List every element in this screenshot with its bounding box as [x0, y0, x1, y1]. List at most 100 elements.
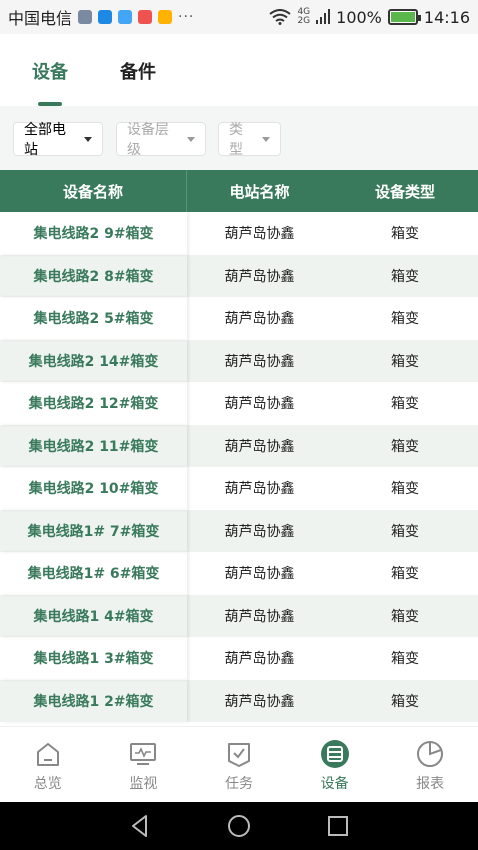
monitor-icon [130, 743, 157, 765]
station-name-cell: 葫芦岛协鑫 [224, 523, 295, 540]
network-type: 4G 2G [297, 8, 310, 26]
nav-monitor-label: 监视 [129, 776, 158, 792]
device-type-cell: 箱变 [391, 481, 419, 498]
recents-icon[interactable] [325, 813, 351, 839]
device-type-cell: 箱变 [391, 226, 419, 243]
home-icon [36, 743, 59, 766]
table-row[interactable]: 集电线路1# 7#箱变 葫芦岛协鑫 箱变 [0, 509, 478, 552]
table-row[interactable]: 集电线路2 9#箱变 葫芦岛协鑫 箱变 [0, 212, 478, 255]
device-name-cell: 集电线路2 10#箱变 [0, 467, 187, 510]
signal-icon [316, 9, 331, 24]
clock: 14:16 [423, 7, 470, 27]
nav-reports-label: 报表 [416, 776, 445, 792]
device-name-cell: 集电线路2 8#箱变 [0, 255, 187, 298]
table-row[interactable]: 集电线路2 14#箱变 葫芦岛协鑫 箱变 [0, 339, 478, 383]
station-name-cell: 葫芦岛协鑫 [224, 226, 295, 243]
station-name-cell: 葫芦岛协鑫 [224, 268, 295, 285]
mail-notification-icon [138, 10, 153, 24]
report-icon [417, 741, 444, 767]
station-name-cell: 葫芦岛协鑫 [224, 438, 295, 455]
home-circle-icon[interactable] [226, 813, 252, 839]
task-icon [227, 743, 250, 767]
battery-percent: 100% [336, 7, 382, 27]
device-icon [320, 740, 349, 768]
station-filter-label: 全部电站 [24, 122, 66, 158]
battery-icon [387, 9, 421, 25]
device-name-cell: 集电线路2 5#箱变 [0, 297, 187, 340]
chevron-down-icon [262, 136, 270, 142]
app-root: 中国电信 ··· 4G 2G 100% 14:16 设备 备件 全部电站 设备层… [0, 0, 478, 850]
table-row[interactable]: 集电线路1# 6#箱变 葫芦岛协鑫 箱变 [0, 552, 478, 595]
status-right: 4G 2G 100% 14:16 [269, 0, 470, 34]
type-filter-label: 类型 [229, 122, 243, 158]
system-nav-bar [0, 802, 478, 850]
device-type-cell: 箱变 [391, 608, 419, 625]
table-row[interactable]: 集电线路2 12#箱变 葫芦岛协鑫 箱变 [0, 382, 478, 425]
top-tabs: 设备 备件 [0, 34, 478, 106]
column-header-device-type: 设备类型 [374, 182, 435, 201]
station-name-cell: 葫芦岛协鑫 [224, 608, 295, 625]
device-name-cell: 集电线路2 14#箱变 [0, 340, 187, 383]
table-row[interactable]: 集电线路1 3#箱变 葫芦岛协鑫 箱变 [0, 637, 478, 680]
nav-reports[interactable]: 报表 [382, 727, 478, 802]
device-name-cell: 集电线路2 11#箱变 [0, 425, 187, 468]
nav-overview-label: 总览 [33, 776, 62, 792]
device-type-cell: 箱变 [391, 523, 419, 540]
column-header-station-name: 电站名称 [229, 182, 290, 201]
device-type-cell: 箱变 [391, 566, 419, 583]
shield-notification-icon [118, 10, 133, 24]
station-name-cell: 葫芦岛协鑫 [224, 353, 295, 370]
table-body: 集电线路2 9#箱变 葫芦岛协鑫 箱变 集电线路2 8#箱变 葫芦岛协鑫 箱变 集电线路2 … [0, 212, 478, 722]
download-notification-icon [158, 10, 173, 24]
carrier-name: 中国电信 [8, 9, 73, 28]
device-type-cell: 箱变 [391, 353, 419, 370]
nav-devices-label: 设备 [320, 776, 349, 792]
back-icon[interactable] [127, 813, 153, 839]
device-level-filter-dropdown[interactable]: 设备层级 [116, 122, 206, 158]
nav-tasks[interactable]: 任务 [191, 727, 287, 802]
more-notifications-icon: ··· [178, 9, 195, 25]
station-name-cell: 葫芦岛协鑫 [224, 566, 295, 583]
table-row[interactable]: 集电线路2 5#箱变 葫芦岛协鑫 箱变 [0, 297, 478, 340]
status-left: 中国电信 ··· [8, 5, 194, 29]
device-name-cell: 集电线路2 12#箱变 [0, 382, 187, 425]
tab-spare-parts[interactable]: 备件 [120, 58, 156, 84]
device-type-cell: 箱变 [391, 651, 419, 668]
nav-tasks-label: 任务 [224, 776, 253, 792]
tab-devices[interactable]: 设备 [32, 58, 68, 84]
nav-devices[interactable]: 设备 [287, 727, 383, 802]
chevron-down-icon [187, 136, 195, 142]
status-bar: 中国电信 ··· 4G 2G 100% 14:16 [0, 0, 478, 34]
device-name-cell: 集电线路2 9#箱变 [0, 212, 187, 255]
device-type-cell: 箱变 [391, 268, 419, 285]
device-name-cell: 集电线路1# 6#箱变 [0, 552, 187, 595]
nav-overview[interactable]: 总览 [0, 727, 96, 802]
station-name-cell: 葫芦岛协鑫 [224, 481, 295, 498]
table-row[interactable]: 集电线路2 11#箱变 葫芦岛协鑫 箱变 [0, 424, 478, 468]
station-filter-dropdown[interactable]: 全部电站 [13, 122, 103, 158]
device-name-cell: 集电线路1 2#箱变 [0, 680, 187, 723]
device-type-cell: 箱变 [391, 396, 419, 413]
station-name-cell: 葫芦岛协鑫 [224, 693, 295, 710]
wifi-icon [269, 9, 292, 25]
alipay-notification-icon [98, 10, 113, 24]
device-name-cell: 集电线路1 4#箱变 [0, 595, 187, 638]
table-row[interactable]: 集电线路1 2#箱变 葫芦岛协鑫 箱变 [0, 679, 478, 723]
nav-monitor[interactable]: 监视 [96, 727, 192, 802]
device-table: 设备名称 电站名称 设备类型 集电线路2 9#箱变 葫芦岛协鑫 箱变 集电线路2 8#… [0, 170, 478, 726]
table-row[interactable]: 集电线路1 4#箱变 葫芦岛协鑫 箱变 [0, 594, 478, 638]
device-name-cell: 集电线路1 3#箱变 [0, 637, 187, 680]
table-row[interactable]: 集电线路2 10#箱变 葫芦岛协鑫 箱变 [0, 467, 478, 510]
device-level-filter-label: 设备层级 [127, 122, 169, 158]
table-row[interactable]: 集电线路2 8#箱变 葫芦岛协鑫 箱变 [0, 254, 478, 298]
column-header-device-name: 设备名称 [0, 170, 187, 212]
network-type-2g: 2G [297, 16, 311, 26]
station-name-cell: 葫芦岛协鑫 [224, 651, 295, 668]
table-header: 设备名称 电站名称 设备类型 [0, 170, 478, 212]
device-type-cell: 箱变 [391, 693, 419, 710]
device-type-cell: 箱变 [391, 311, 419, 328]
gallery-notification-icon [78, 10, 93, 24]
type-filter-dropdown[interactable]: 类型 [218, 122, 281, 158]
chevron-down-icon [84, 136, 92, 142]
bottom-nav: 总览 监视 任务 设备 报表 [0, 726, 478, 802]
